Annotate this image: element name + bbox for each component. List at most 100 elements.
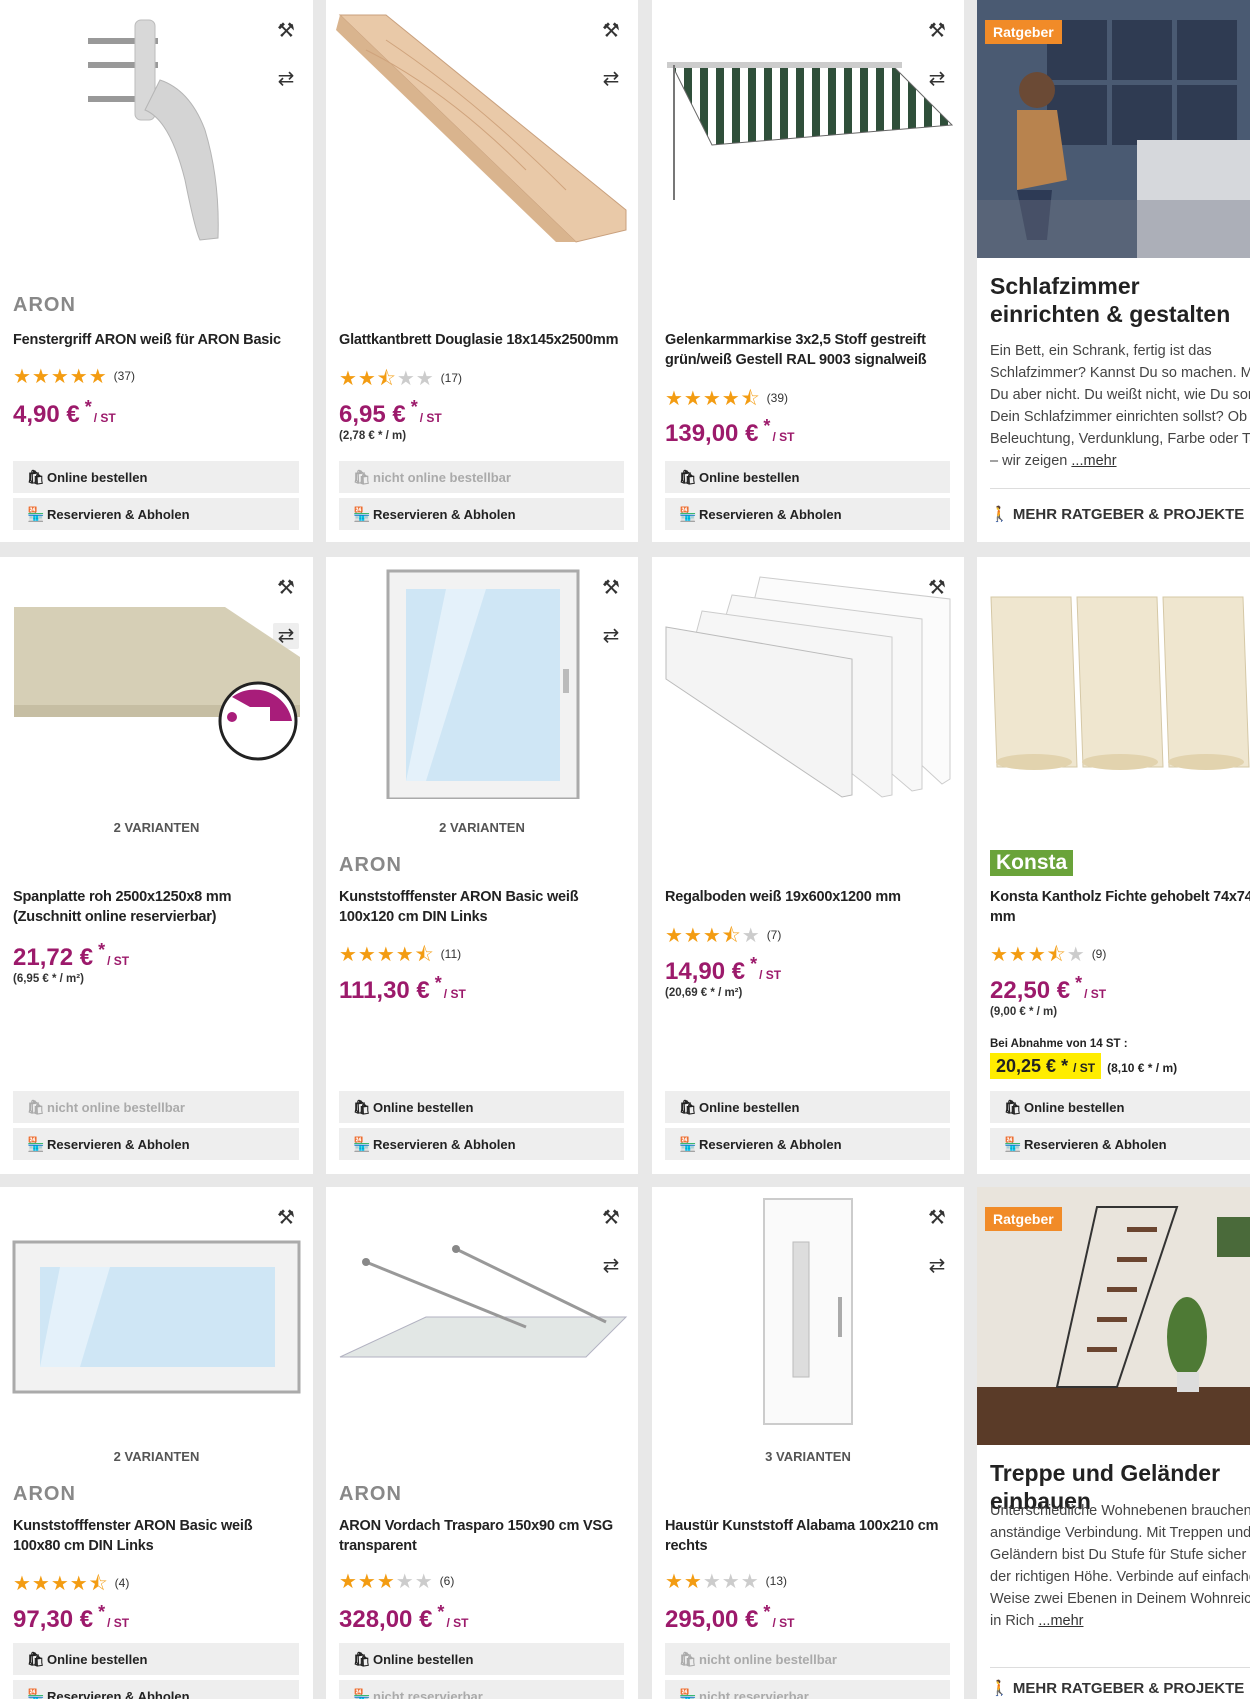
product-title[interactable]: Haustür Kunststoff Alabama 100x210 cm re… [665, 1516, 950, 1556]
store-icon: 🏪 [353, 1136, 371, 1152]
cart-icon: 🛍 [353, 1099, 371, 1115]
guide-title[interactable]: Schlafzimmer einrichten & gestalten [990, 272, 1250, 328]
order-online-button[interactable]: 🛍 Online bestellen [990, 1091, 1250, 1123]
rating-count: (7) [766, 928, 782, 942]
star-rating: ★★⯪★★ (17) [339, 368, 463, 390]
product-price: 6,95 € */ ST [339, 397, 442, 428]
brand-logo: ARON [339, 854, 402, 876]
rating-count: (37) [113, 369, 135, 383]
order-online-button: 🛍 nicht online bestellbar [13, 1091, 299, 1123]
order-online-button[interactable]: 🛍 Online bestellen [13, 461, 299, 493]
product-card[interactable]: ⚒ ⇄ ARON Fenstergriff ARON weiß für ARON … [0, 0, 313, 542]
product-card[interactable]: ⚒⇄ 2 VARIANTEN ARON Kunststofffenster AR… [0, 1187, 313, 1699]
product-image[interactable] [652, 1197, 964, 1427]
product-image[interactable] [0, 597, 313, 777]
product-image[interactable] [326, 569, 638, 799]
store-icon: 🏪 [353, 506, 371, 522]
reserve-button: 🏪 nicht reservierbar [339, 1680, 624, 1699]
product-title[interactable]: Kunststofffenster ARON Basic weiß 100x80… [13, 1516, 299, 1556]
product-title[interactable]: Gelenkarmmarkise 3x2,5 Stoff gestreift g… [665, 330, 950, 370]
product-image[interactable] [0, 1237, 313, 1397]
rating-count: (17) [440, 371, 463, 385]
more-guides-link[interactable]: 🚶 MEHR RATGEBER & PROJEKTE [990, 505, 1244, 523]
rating-count: (39) [766, 391, 789, 405]
store-icon: 🏪 [27, 1688, 45, 1699]
product-price: 97,30 € */ ST [13, 1602, 130, 1633]
bulk-price: 20,25 € * / ST (8,10 € * / m) [990, 1053, 1177, 1079]
order-online-button[interactable]: 🛍 Online bestellen [339, 1643, 624, 1675]
product-price: 139,00 € */ ST [665, 416, 795, 447]
guide-card[interactable]: Ratgeber Schlafzimmer einrichten & gesta… [977, 0, 1250, 542]
product-card[interactable]: ⚒ ⇄ Glattkantbrett Douglasie 18x145x2500m… [326, 0, 638, 542]
product-card[interactable]: ⚒⇄ Regalboden weiß 19x600x1200 mm ★★★⯪★(… [652, 557, 964, 1174]
guide-card[interactable]: Ratgeber Treppe und Geländer einbauen Un… [977, 1187, 1250, 1699]
reserve-button[interactable]: 🏪 Reservieren & Abholen [13, 1680, 299, 1699]
product-title[interactable]: Spanplatte roh 2500x1250x8 mm (Zuschnitt… [13, 887, 299, 927]
product-card[interactable]: ⚒ ⇄ 2 VARIANTEN Spanplatte roh 2500x1250x… [0, 557, 313, 1174]
star-rating: ★★★★⯪ (11) [339, 944, 462, 966]
reserve-button[interactable]: 🏪 Reservieren & Abholen [339, 498, 624, 530]
product-image[interactable] [652, 10, 964, 250]
product-image[interactable] [326, 1237, 638, 1397]
product-title[interactable]: Glattkantbrett Douglasie 18x145x2500mm [339, 330, 624, 350]
store-icon: 🏪 [27, 1136, 45, 1152]
walking-person-icon: 🚶 [990, 506, 1009, 523]
store-icon: 🏪 [679, 1136, 697, 1152]
star-rating: ★★★★⯪ (39) [665, 388, 789, 410]
reserve-button[interactable]: 🏪 Reservieren & Abholen [13, 1128, 299, 1160]
product-grid: ⚒ ⇄ ARON Fenstergriff ARON weiß für ARON … [0, 0, 1250, 1699]
product-title[interactable]: ARON Vordach Trasparo 150x90 cm VSG tran… [339, 1516, 624, 1556]
product-title[interactable]: Konsta Kantholz Fichte gehobelt 74x74x2 … [990, 887, 1250, 927]
reserve-button[interactable]: 🏪 Reservieren & Abholen [339, 1128, 624, 1160]
reserve-button[interactable]: 🏪 Reservieren & Abholen [13, 498, 299, 530]
star-rating: ★★★★★ (13) [665, 1571, 787, 1593]
star-rating: ★★★⯪★ (7) [665, 925, 782, 947]
product-price: 22,50 € */ ST [990, 973, 1107, 1004]
order-online-button[interactable]: 🛍 Online bestellen [665, 1091, 950, 1123]
product-image[interactable] [326, 10, 638, 250]
star-rating: ★★★⯪★ (9) [990, 944, 1107, 966]
order-online-button[interactable]: 🛍 Online bestellen [665, 461, 950, 493]
base-price: (9,00 € * / m) [990, 1006, 1058, 1018]
reserve-button[interactable]: 🏪 Reservieren & Abholen [665, 1128, 950, 1160]
rating-count: (9) [1091, 947, 1107, 961]
hammer-icon[interactable]: ⚒ [273, 1205, 299, 1231]
product-price: 14,90 € */ ST [665, 954, 782, 985]
more-link[interactable]: ...mehr [1071, 453, 1116, 469]
product-card[interactable]: ⚒ ⇄ ARON ARON Vordach Trasparo 150x90 cm … [326, 1187, 638, 1699]
order-online-button: 🛍 nicht online bestellbar [665, 1643, 950, 1675]
product-image[interactable] [652, 569, 964, 799]
cart-icon: 🛍 [679, 1099, 697, 1115]
reserve-button[interactable]: 🏪 Reservieren & Abholen [665, 498, 950, 530]
product-title[interactable]: Regalboden weiß 19x600x1200 mm [665, 887, 950, 907]
cart-icon: 🛍 [27, 1099, 45, 1115]
reserve-button: 🏪 nicht reservierbar [665, 1680, 950, 1699]
variants-label: 3 VARIANTEN [765, 1449, 851, 1464]
cart-icon: 🛍 [353, 1651, 371, 1667]
order-online-button: 🛍 nicht online bestellbar [339, 461, 624, 493]
star-rating: ★★★★★ (6) [339, 1571, 455, 1593]
ratgeber-badge: Ratgeber [985, 20, 1062, 44]
product-card[interactable]: ⚒ ⇄ Gelenkarmmarkise 3x2,5 Stoff gestreif… [652, 0, 964, 542]
cart-icon: 🛍 [679, 1651, 697, 1667]
store-icon: 🏪 [1004, 1136, 1022, 1152]
product-title[interactable]: Fenstergriff ARON weiß für ARON Basic [13, 330, 299, 350]
more-link[interactable]: ...mehr [1038, 1613, 1083, 1629]
cart-icon: 🛍 [679, 469, 697, 485]
variants-label: 2 VARIANTEN [439, 820, 525, 835]
order-online-button[interactable]: 🛍 Online bestellen [13, 1643, 299, 1675]
product-card[interactable]: ⚒⇄ 2 VARIANTEN ARON Kunststofffenster AR… [326, 557, 638, 1174]
product-image[interactable] [0, 10, 313, 250]
store-icon: 🏪 [679, 506, 697, 522]
product-title[interactable]: Kunststofffenster ARON Basic weiß 100x12… [339, 887, 624, 927]
more-guides-link[interactable]: 🚶 MEHR RATGEBER & PROJEKTE [990, 1679, 1244, 1697]
reserve-button[interactable]: 🏪 Reservieren & Abholen [990, 1128, 1250, 1160]
product-image[interactable] [977, 587, 1250, 787]
brand-logo: ARON [13, 294, 76, 316]
hammer-icon[interactable]: ⚒ [598, 1205, 624, 1231]
product-card[interactable]: Konsta Konsta Kantholz Fichte gehobelt 7… [977, 557, 1250, 1174]
product-card[interactable]: ⚒ ⇄ 3 VARIANTEN Haustür Kunststoff Alabam… [652, 1187, 964, 1699]
guide-text: Ein Bett, ein Schrank, fertig ist das Sc… [990, 343, 1250, 469]
brand-logo: Konsta [990, 850, 1074, 876]
order-online-button[interactable]: 🛍 Online bestellen [339, 1091, 624, 1123]
